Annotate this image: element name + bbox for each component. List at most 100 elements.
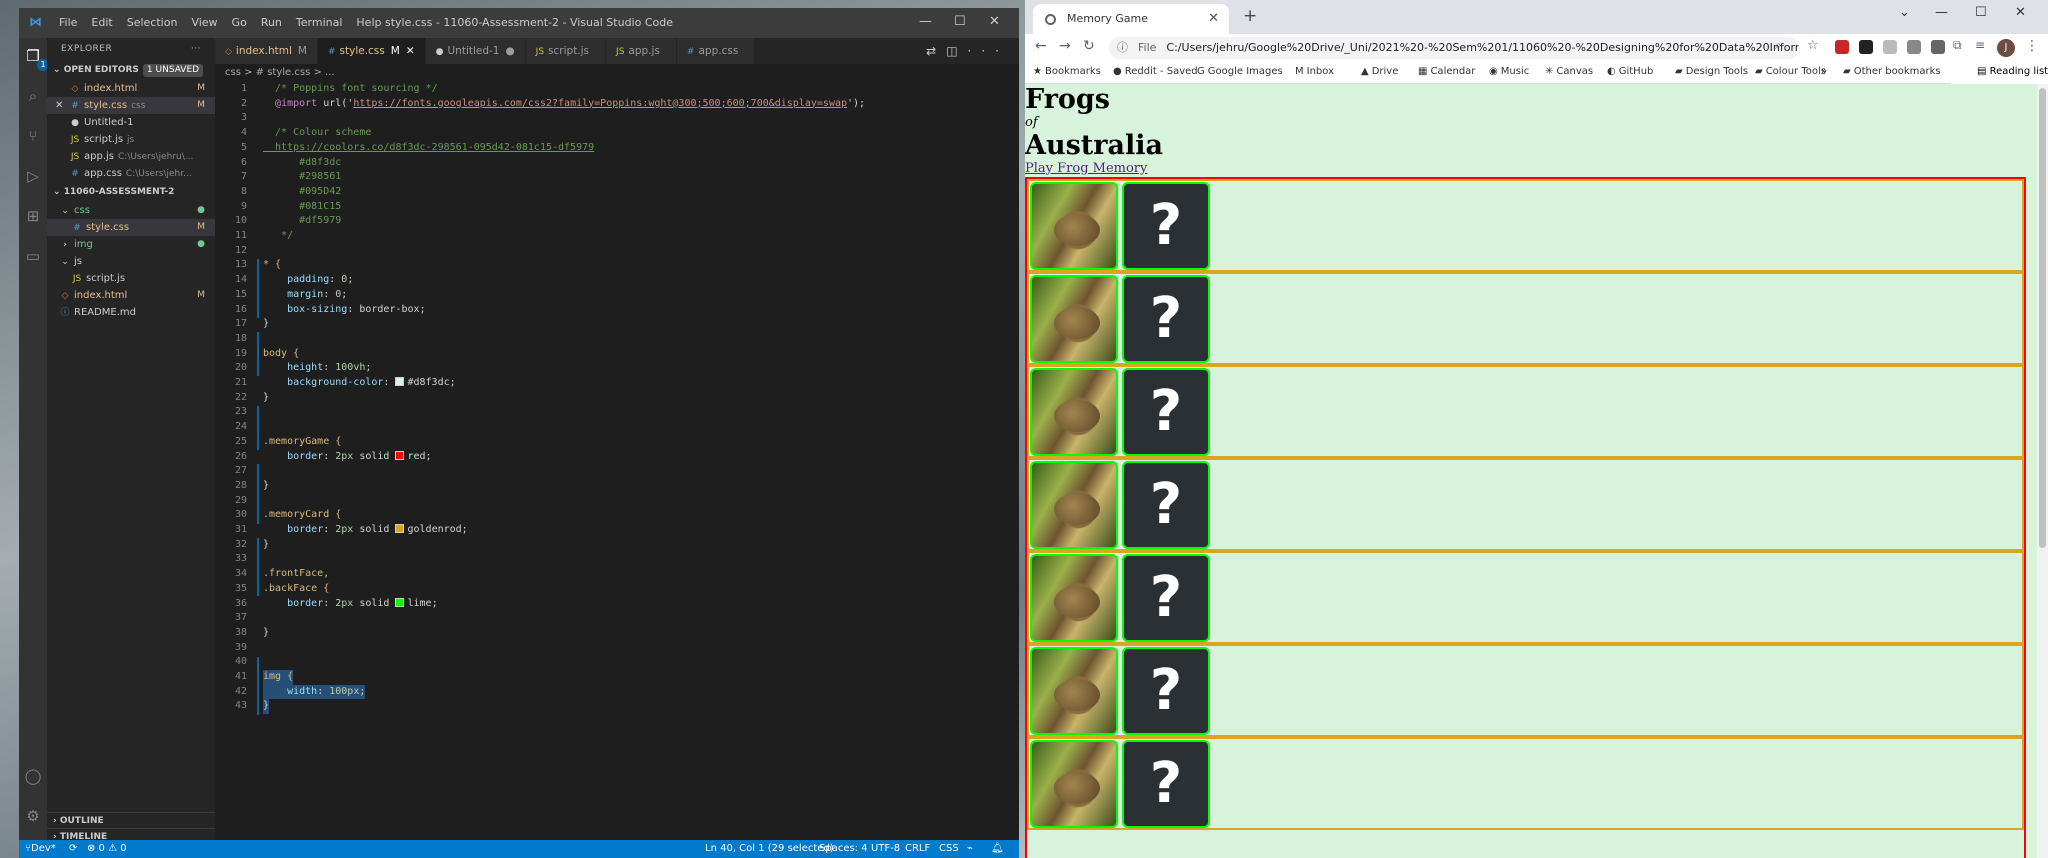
close-icon[interactable]: ✕: [2015, 5, 2026, 20]
menu-run[interactable]: Run: [261, 16, 282, 29]
file-tree-item[interactable]: ⌄ js: [47, 253, 215, 270]
line-endings[interactable]: CRLF: [905, 840, 930, 858]
extension-icon[interactable]: [1859, 40, 1873, 54]
menu-view[interactable]: View: [191, 16, 217, 29]
bookmark-drive[interactable]: ▲ Drive: [1361, 66, 1398, 77]
remote-explorer-icon[interactable]: ▭: [23, 246, 43, 266]
other-bookmarks[interactable]: ▰ Other bookmarks: [1843, 66, 1941, 77]
close-tab-icon[interactable]: ✕: [406, 45, 415, 57]
bookmark-calendar[interactable]: ▦ Calendar: [1418, 66, 1475, 77]
bookmark-canvas[interactable]: ✳ Canvas: [1545, 66, 1593, 77]
search-icon[interactable]: ⌕: [23, 86, 43, 106]
memory-card[interactable]: ?: [1027, 365, 2024, 458]
menu-icon[interactable]: ⋮: [2025, 38, 2039, 54]
extensions-icon[interactable]: ⊞: [23, 206, 43, 226]
editor-tab[interactable]: # app.css: [676, 38, 756, 64]
reload-icon[interactable]: ↻: [1083, 38, 1095, 54]
run-debug-icon[interactable]: ▷: [23, 166, 43, 186]
editor-tab[interactable]: JS script.js: [525, 38, 607, 64]
forward-icon[interactable]: →: [1059, 38, 1071, 54]
extension-icon[interactable]: [1907, 40, 1921, 54]
notifications-icon[interactable]: 🔔︎: [991, 840, 1004, 858]
close-editor-icon[interactable]: ✕: [55, 97, 63, 114]
memory-card[interactable]: ?: [1027, 179, 2024, 272]
source-control-icon[interactable]: ⑂: [23, 126, 43, 146]
play-frog-memory-link[interactable]: Play Frog Memory: [1025, 162, 2037, 176]
menu-terminal[interactable]: Terminal: [296, 16, 343, 29]
more-actions-icon[interactable]: ···: [191, 38, 201, 60]
extension-icon[interactable]: [1883, 40, 1897, 54]
compare-icon[interactable]: ⇄: [926, 44, 946, 58]
project-section[interactable]: ⌄ 11060-ASSESSMENT-2: [47, 182, 215, 202]
bookmark-design-tools[interactable]: ▰ Design Tools: [1675, 66, 1748, 77]
close-tab-icon[interactable]: ✕: [1208, 4, 1219, 34]
memory-card[interactable]: ?: [1027, 551, 2024, 644]
extensions-puzzle-icon[interactable]: ⧉: [1953, 38, 1962, 53]
settings-gear-icon[interactable]: ⚙: [23, 806, 43, 826]
encoding[interactable]: UTF-8: [871, 840, 900, 858]
explorer-icon[interactable]: ❐ 1: [23, 46, 49, 71]
open-editor-item[interactable]: # app.css C:\Users\jehr...: [47, 165, 215, 182]
extension-icon[interactable]: [1835, 40, 1849, 54]
memory-card[interactable]: ?: [1027, 737, 2024, 830]
problems-indicator[interactable]: ⊗ 0 ⚠ 0: [87, 840, 127, 858]
bookmark-github[interactable]: ◐ GitHub: [1607, 66, 1653, 77]
code-editor[interactable]: 1 /* Poppins font sourcing */2 @import u…: [215, 82, 1019, 848]
menu-edit[interactable]: Edit: [91, 16, 112, 29]
outline-section[interactable]: › OUTLINE: [47, 812, 215, 828]
open-editor-item[interactable]: JS app.js C:\Users\jehru\...: [47, 148, 215, 165]
more-icon[interactable]: ···: [968, 44, 1009, 58]
file-tree-item[interactable]: JS script.js: [47, 270, 215, 287]
new-tab-icon[interactable]: +: [1243, 6, 1257, 26]
account-icon[interactable]: ◯: [23, 766, 43, 786]
menu-go[interactable]: Go: [232, 16, 247, 29]
menu-selection[interactable]: Selection: [127, 16, 178, 29]
tab-search-icon[interactable]: ⌄: [1899, 5, 1910, 20]
minimize-icon[interactable]: —: [919, 14, 932, 29]
breadcrumb[interactable]: css > # style.css > ...: [215, 64, 1019, 82]
indentation[interactable]: Spaces: 4: [819, 840, 868, 858]
extension-icon[interactable]: [1931, 40, 1945, 54]
branch-indicator[interactable]: ⑂ Dev*: [25, 840, 56, 858]
profile-avatar[interactable]: J: [1997, 39, 2015, 57]
file-tree-item[interactable]: ⓘ README.md: [47, 304, 215, 321]
open-editor-item[interactable]: JS script.js js: [47, 131, 215, 148]
editor-tab[interactable]: ● Untitled-1 ●: [425, 38, 526, 64]
split-editor-icon[interactable]: ◫: [946, 44, 967, 58]
open-editor-item[interactable]: ◇ index.html M: [47, 80, 215, 97]
more-bookmarks-icon[interactable]: »: [1821, 66, 1827, 77]
editor-tab[interactable]: JS app.js: [606, 38, 677, 64]
bookmark-colour-tools[interactable]: ▰ Colour Tools: [1755, 66, 1826, 77]
bookmark-music[interactable]: ◉ Music: [1489, 66, 1529, 77]
minimize-icon[interactable]: —: [1935, 5, 1948, 20]
memory-card[interactable]: ?: [1027, 644, 2024, 737]
file-tree-item[interactable]: ⌄ css ●: [47, 202, 215, 219]
browser-tab[interactable]: Memory Game ✕: [1033, 4, 1229, 34]
bookmark-reddit-saved[interactable]: ● Reddit - Saved: [1113, 66, 1198, 77]
page-scrollbar[interactable]: [2037, 84, 2048, 858]
open-editor-item[interactable]: ✕ # style.css css M: [47, 97, 215, 114]
address-bar[interactable]: ⓘ File C:/Users/jehru/Google%20Drive/_Uni/…: [1109, 37, 1799, 59]
maximize-icon[interactable]: ☐: [954, 14, 966, 29]
live-share-icon[interactable]: ⌁: [967, 840, 973, 858]
maximize-icon[interactable]: ☐: [1975, 5, 1987, 20]
editor-tab[interactable]: # style.css M ✕: [317, 38, 426, 64]
cursor-position[interactable]: Ln 40, Col 1 (29 selected): [705, 840, 834, 858]
zoom-icon[interactable]: ⌕: [1775, 38, 1782, 53]
file-tree-item[interactable]: ◇ index.html M: [47, 287, 215, 304]
reading-list-button[interactable]: ▤ Reading list: [1977, 66, 2048, 77]
open-editor-item[interactable]: ● Untitled-1: [47, 114, 215, 131]
sync-icon[interactable]: ⟳: [69, 840, 77, 858]
bookmark-google-images[interactable]: G Google Images: [1197, 66, 1283, 77]
bookmark-star-icon[interactable]: ☆: [1807, 38, 1819, 53]
language-mode[interactable]: CSS: [939, 840, 959, 858]
bookmark-inbox[interactable]: M Inbox: [1295, 66, 1334, 77]
editor-tab[interactable]: ◇ index.html M: [215, 38, 318, 64]
close-icon[interactable]: ✕: [989, 14, 1000, 29]
file-tree-item[interactable]: # style.css M: [47, 219, 215, 236]
open-editors-section[interactable]: ⌄ OPEN EDITORS 1 UNSAVED: [47, 60, 215, 80]
memory-card[interactable]: ?: [1027, 272, 2024, 365]
file-tree-item[interactable]: › img ●: [47, 236, 215, 253]
scrollbar-thumb[interactable]: [2039, 88, 2046, 548]
memory-card[interactable]: ?: [1027, 458, 2024, 551]
